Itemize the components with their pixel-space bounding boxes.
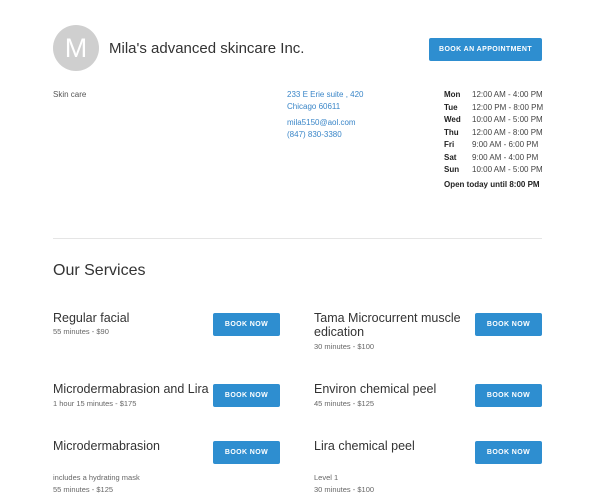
- hours-time: 9:00 AM - 6:00 PM: [472, 140, 539, 149]
- book-appointment-button[interactable]: BOOK AN APPOINTMENT: [429, 38, 542, 61]
- book-now-button[interactable]: BOOK NOW: [475, 384, 542, 407]
- service-meta: 1 hour 15 minutes - $175: [53, 399, 137, 408]
- hours-time: 10:00 AM - 5:00 PM: [472, 115, 543, 124]
- service-name: Lira chemical peel: [314, 439, 415, 453]
- hours-row: Wed 10:00 AM - 5:00 PM: [444, 115, 543, 128]
- hours-day: Sun: [444, 165, 460, 174]
- hours-day: Wed: [444, 115, 461, 124]
- hours-day: Sat: [444, 152, 457, 162]
- service-meta: 30 minutes - $100: [314, 485, 375, 494]
- hours-row: Sun 10:00 AM - 5:00 PM: [444, 165, 543, 178]
- hours-row: Fri 9:00 AM - 6:00 PM: [444, 140, 543, 153]
- book-now-button[interactable]: BOOK NOW: [213, 441, 280, 464]
- service-name-line-1: Tama Microcurrent muscle: [314, 311, 461, 325]
- business-name: Mila's advanced skincare Inc.: [109, 40, 305, 57]
- phone-link[interactable]: (847) 830-3380: [287, 130, 342, 139]
- hours-time: 12:00 AM - 8:00 PM: [472, 127, 543, 137]
- hours-day: Thu: [444, 127, 459, 137]
- service-note: Level 1: [314, 473, 339, 482]
- service-name: Regular facial: [53, 311, 130, 325]
- open-today-status: Open today until 8:00 PM: [444, 180, 540, 189]
- hours-day: Tue: [444, 102, 458, 112]
- book-now-button[interactable]: BOOK NOW: [475, 313, 542, 336]
- hours-day: Mon: [444, 90, 461, 99]
- hours-row: Tue 12:00 PM - 8:00 PM: [444, 103, 543, 116]
- hours-row: Mon 12:00 AM - 4:00 PM: [444, 90, 543, 103]
- service-name-line-2: edication: [314, 325, 365, 339]
- section-divider: [53, 238, 542, 239]
- hours-row: Thu 12:00 AM - 8:00 PM: [444, 128, 543, 141]
- book-now-button[interactable]: BOOK NOW: [475, 441, 542, 464]
- service-meta: 45 minutes - $125: [314, 399, 375, 408]
- hours-time: 10:00 AM - 5:00 PM: [472, 165, 543, 174]
- business-category: Skin care: [53, 90, 87, 99]
- hours-time: 12:00 AM - 4:00 PM: [472, 90, 543, 99]
- hours-time: 12:00 PM - 8:00 PM: [472, 102, 544, 112]
- address-line-1[interactable]: 233 E Erie suite , 420: [287, 90, 364, 99]
- address-line-2[interactable]: Chicago 60611: [287, 102, 340, 111]
- email-link[interactable]: mila5150@aol.com: [287, 118, 356, 127]
- service-name: Microdermabrasion: [53, 439, 160, 453]
- service-meta: 55 minutes - $90: [53, 327, 109, 336]
- book-now-button[interactable]: BOOK NOW: [213, 313, 280, 336]
- business-hours: Mon 12:00 AM - 4:00 PM Tue 12:00 PM - 8:00…: [444, 90, 543, 178]
- service-meta: 55 minutes - $125: [53, 485, 114, 494]
- service-name: Microdermabrasion and Lira: [53, 382, 209, 396]
- book-now-button[interactable]: BOOK NOW: [213, 384, 280, 407]
- hours-time: 9:00 AM - 4:00 PM: [472, 152, 539, 162]
- service-meta: 30 minutes - $100: [314, 342, 375, 351]
- avatar: M: [53, 25, 99, 71]
- hours-day: Fri: [444, 140, 455, 149]
- service-note: includes a hydrating mask: [53, 473, 140, 482]
- services-title: Our Services: [53, 262, 146, 279]
- service-name: Environ chemical peel: [314, 382, 437, 396]
- hours-row: Sat 9:00 AM - 4:00 PM: [444, 153, 543, 166]
